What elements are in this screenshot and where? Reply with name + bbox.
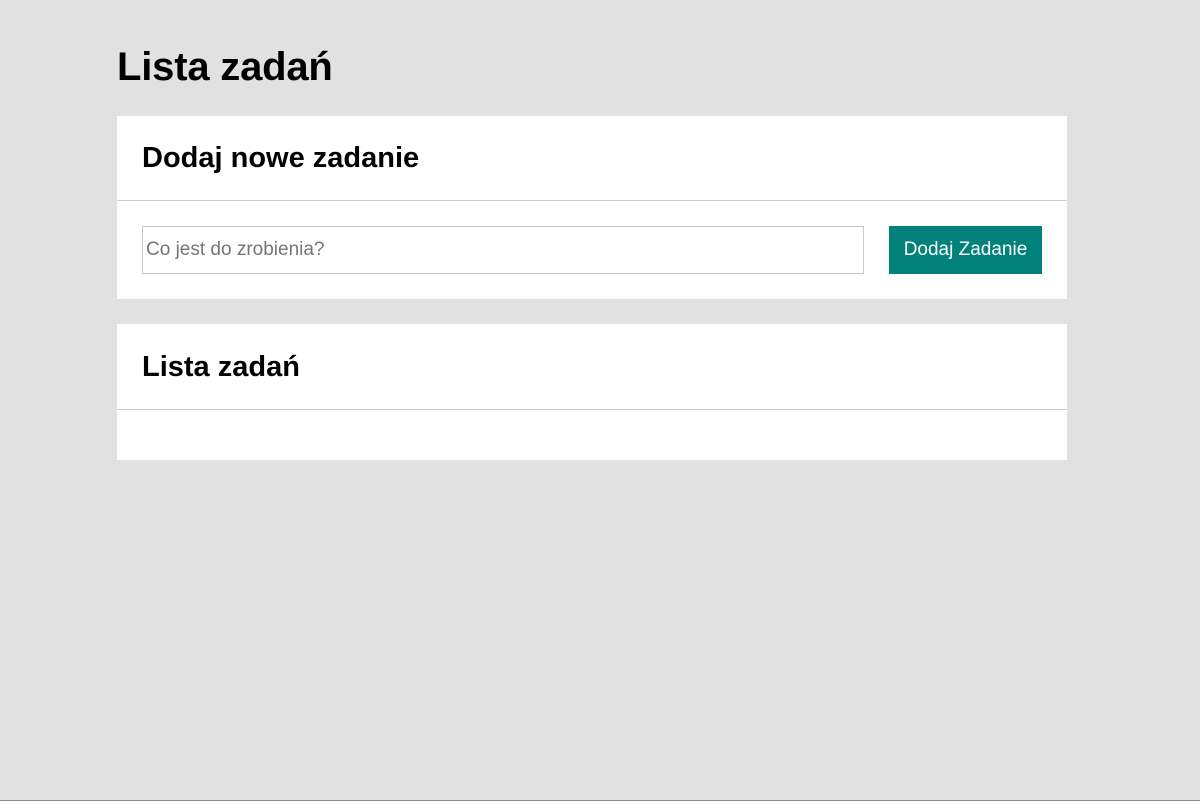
- task-list-card: Lista zadań: [117, 324, 1067, 460]
- add-task-card-header: Dodaj nowe zadanie: [117, 116, 1067, 201]
- add-task-form: Dodaj Zadanie: [117, 201, 1067, 299]
- task-list-card-title: Lista zadań: [142, 350, 300, 383]
- add-task-button[interactable]: Dodaj Zadanie: [889, 226, 1042, 274]
- task-list: [117, 410, 1067, 460]
- add-task-card-title: Dodaj nowe zadanie: [142, 142, 420, 174]
- task-list-card-header: Lista zadań: [117, 324, 1067, 410]
- page-title: Lista zadań: [117, 45, 333, 89]
- task-input[interactable]: [142, 226, 864, 274]
- add-task-card: Dodaj nowe zadanie Dodaj Zadanie: [117, 116, 1067, 299]
